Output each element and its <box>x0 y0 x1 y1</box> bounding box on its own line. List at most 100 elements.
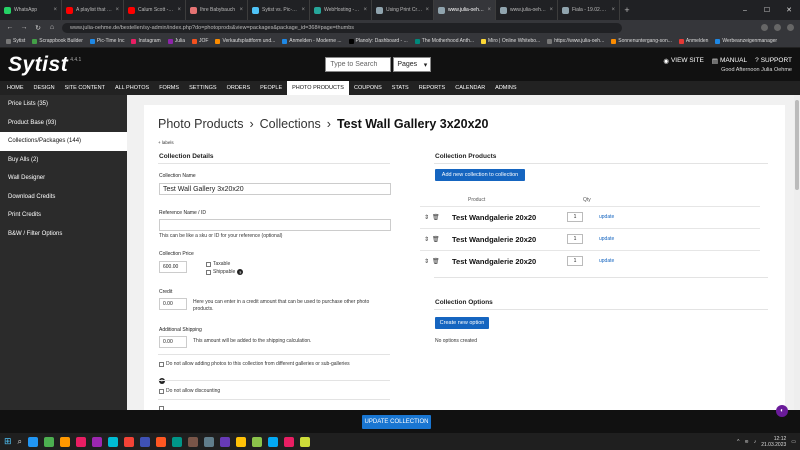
collection-price-input[interactable]: 600.00 <box>159 261 187 273</box>
breadcrumb-collections[interactable]: Collections <box>260 117 321 131</box>
bookmark-item[interactable]: Scrappbook Builder <box>32 38 83 44</box>
nav-design[interactable]: DESIGN <box>29 81 60 95</box>
close-tab-icon[interactable]: × <box>177 7 181 13</box>
taskbar-app-icon[interactable] <box>300 436 311 447</box>
nav-reports[interactable]: REPORTS <box>414 81 451 95</box>
update-link[interactable]: update <box>599 214 614 220</box>
browser-tab[interactable]: www.julia-oehme...× <box>434 0 496 20</box>
close-tab-icon[interactable]: × <box>487 7 491 13</box>
bookmark-item[interactable]: https://www.julia-oeh... <box>547 38 604 44</box>
taskbar-app-icon[interactable] <box>268 436 279 447</box>
nav-coupons[interactable]: COUPONS <box>349 81 387 95</box>
browser-tab[interactable]: WhatsApp × <box>0 0 62 20</box>
nav-all-photos[interactable]: ALL PHOTOS <box>110 81 154 95</box>
sort-arrows-icon[interactable]: ⇕ <box>424 258 429 265</box>
taskbar-app-icon[interactable] <box>108 436 119 447</box>
bookmark-item[interactable]: Sytist <box>6 38 25 44</box>
nav-people[interactable]: PEOPLE <box>255 81 287 95</box>
add-collection-button[interactable]: Add new collection to collection <box>435 169 525 181</box>
taskbar-app-icon[interactable] <box>284 436 295 447</box>
taskbar-app-icon[interactable] <box>172 436 183 447</box>
additional-shipping-input[interactable]: 0.00 <box>159 336 187 348</box>
taskbar-app-icon[interactable] <box>28 436 39 447</box>
bookmark-item[interactable]: JOF <box>192 38 208 44</box>
chevron-up-icon[interactable]: ^ <box>737 439 739 445</box>
sidebar-item[interactable]: Product Base (93) <box>0 114 127 133</box>
close-tab-icon[interactable]: × <box>549 7 553 13</box>
taskbar-app-icon[interactable] <box>124 436 135 447</box>
browser-tab[interactable]: Sytist vs. Pic-Time× <box>248 0 310 20</box>
extension-icon[interactable] <box>774 24 781 31</box>
bookmark-item[interactable]: Pic-Time Inc <box>89 38 124 44</box>
browser-tab[interactable]: WebHosting - Ecr...× <box>310 0 372 20</box>
browser-tab[interactable]: www.julia-oehme...× <box>496 0 558 20</box>
browser-tab[interactable]: A playlist that maki...× <box>62 0 124 20</box>
qty-input[interactable]: 1 <box>567 256 583 266</box>
nav-home[interactable]: HOME <box>2 81 29 95</box>
update-link[interactable]: update <box>599 258 614 264</box>
bookmark-item[interactable]: Instagram <box>131 38 161 44</box>
taskbar-app-icon[interactable] <box>44 436 55 447</box>
breadcrumb-photo-products[interactable]: Photo Products <box>158 117 243 131</box>
sidebar-item[interactable]: Price Lists (35) <box>0 95 127 114</box>
pages-select[interactable]: Pages ▾ <box>393 57 432 72</box>
clock[interactable]: 12:12 21.03.2023 <box>761 436 786 448</box>
nav-admins[interactable]: ADMINS <box>490 81 521 95</box>
bookmark-item[interactable]: Miro | Online Whitebo... <box>481 38 540 44</box>
search-icon[interactable]: ⌕ <box>18 437 22 447</box>
bookmark-item[interactable]: Julia <box>167 38 185 44</box>
browser-tab[interactable]: Calum Scott - If Ou...× <box>124 0 186 20</box>
credit-input[interactable]: 0.00 <box>159 298 187 310</box>
extension-icon[interactable] <box>761 24 768 31</box>
close-tab-icon[interactable]: × <box>53 7 57 13</box>
sidebar-item[interactable]: Download Credits <box>0 188 127 207</box>
profile-icon[interactable] <box>787 24 794 31</box>
reload-icon[interactable]: ↻ <box>34 24 42 32</box>
sort-arrows-icon[interactable]: ⇕ <box>424 214 429 221</box>
search-input[interactable] <box>325 57 392 72</box>
nav-forms[interactable]: FORMS <box>154 81 184 95</box>
taskbar-app-icon[interactable] <box>220 436 231 447</box>
nav-stats[interactable]: STATS <box>387 81 414 95</box>
taskbar-app-icon[interactable] <box>156 436 167 447</box>
taskbar-app-icon[interactable] <box>252 436 263 447</box>
trash-icon[interactable]: 🗑 <box>432 236 440 243</box>
browser-tab[interactable]: Fiala - 19.02.2023 × <box>558 0 620 20</box>
close-tab-icon[interactable]: × <box>115 7 119 13</box>
view-site-link[interactable]: ◉ VIEW SITE <box>663 57 704 65</box>
notification-icon[interactable]: ▭ <box>791 439 796 445</box>
bookmark-item[interactable]: Anmelden <box>678 38 708 44</box>
bookmark-item[interactable]: Sonnenuntergang-son... <box>611 38 672 44</box>
sort-arrows-icon[interactable]: ⇕ <box>424 236 429 243</box>
browser-tab[interactable]: Ihre Babybauch × <box>186 0 248 20</box>
close-tab-icon[interactable]: × <box>611 7 615 13</box>
forward-icon[interactable]: → <box>20 24 28 31</box>
bookmark-item[interactable]: Planoly: Dashboard - ... <box>348 38 408 44</box>
sidebar-item[interactable]: Wall Designer <box>0 169 127 188</box>
nav-calendar[interactable]: CALENDAR <box>450 81 490 95</box>
taskbar-app-icon[interactable] <box>140 436 151 447</box>
volume-icon[interactable]: ♪ <box>754 439 757 445</box>
close-tab-icon[interactable]: × <box>239 7 243 13</box>
sidebar-item[interactable]: Buy Alls (2) <box>0 151 127 170</box>
taskbar-app-icon[interactable] <box>204 436 215 447</box>
collection-name-input[interactable]: Test Wall Gallery 3x20x20 <box>159 183 391 195</box>
close-window-icon[interactable]: ✕ <box>778 0 800 20</box>
manual-link[interactable]: ▤ MANUAL <box>712 57 747 65</box>
close-tab-icon[interactable]: × <box>363 7 367 13</box>
nav-site-content[interactable]: SITE CONTENT <box>60 81 110 95</box>
bookmark-item[interactable]: Anmelden - Moderne ... <box>282 38 342 44</box>
minimize-icon[interactable]: – <box>734 0 756 20</box>
taskbar-app-icon[interactable] <box>188 436 199 447</box>
nav-orders[interactable]: ORDERS <box>222 81 256 95</box>
shippable-checkbox[interactable]: Shippable? <box>206 269 244 275</box>
sytist-logo[interactable]: Sytist <box>8 53 68 77</box>
scrollbar-thumb[interactable] <box>795 100 799 190</box>
home-icon[interactable]: ⌂ <box>48 24 56 31</box>
trash-icon[interactable]: 🗑 <box>432 214 440 221</box>
nav-settings[interactable]: SETTINGS <box>184 81 222 95</box>
nav-photo-products[interactable]: PHOTO PRODUCTS <box>287 81 349 95</box>
maximize-icon[interactable]: ☐ <box>756 0 778 20</box>
back-icon[interactable]: ← <box>6 24 14 31</box>
bookmark-item[interactable]: The Motherhood Anth... <box>414 38 474 44</box>
